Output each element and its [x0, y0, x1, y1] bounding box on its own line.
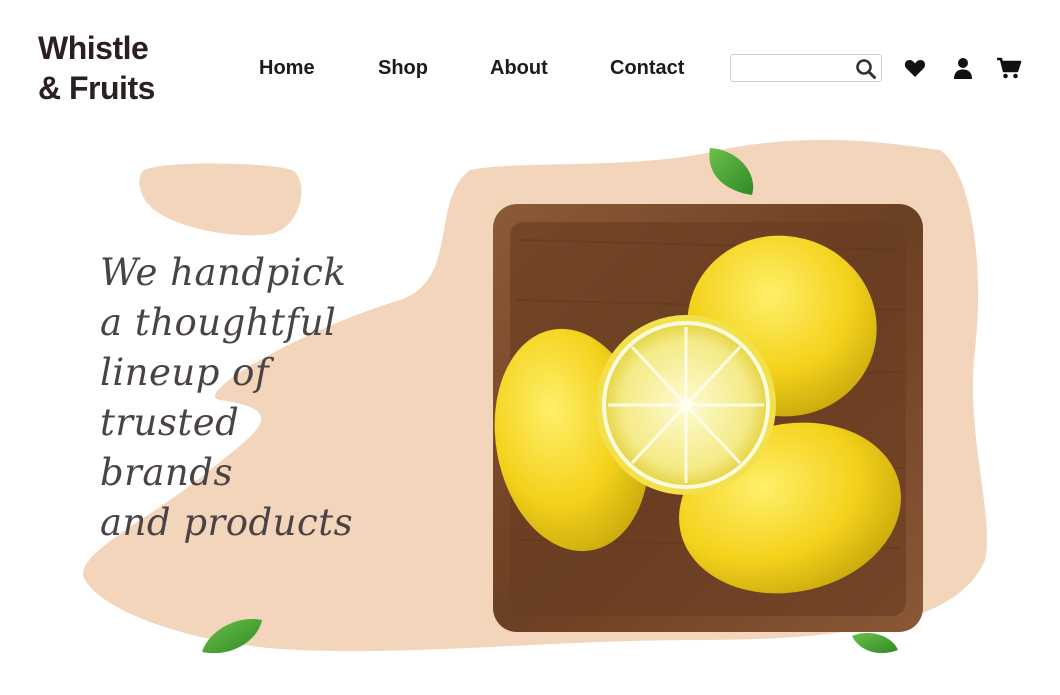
nav-about[interactable]: About [490, 55, 548, 81]
brand-line-2: & Fruits [38, 70, 155, 106]
search-box [730, 54, 882, 82]
nav-contact[interactable]: Contact [610, 55, 684, 81]
hero-line: trusted [100, 401, 240, 444]
hero-line: brands [100, 451, 233, 494]
background-blob-small [139, 163, 302, 236]
hero-line: a thoughtful [100, 301, 337, 344]
nav-home[interactable]: Home [259, 55, 315, 81]
lemon-slice [596, 315, 776, 495]
search-icon[interactable] [855, 58, 877, 80]
cart-icon[interactable] [996, 56, 1022, 82]
brand-line-1: Whistle [38, 30, 149, 66]
hero-line: lineup of [100, 351, 270, 394]
hero-headline: We handpick a thoughtful lineup of trust… [100, 248, 400, 548]
user-icon[interactable] [951, 56, 977, 82]
leaf-bottom-right [852, 632, 898, 654]
heart-icon[interactable] [903, 56, 929, 82]
brand-logo[interactable]: Whistle & Fruits [38, 28, 155, 108]
search-input[interactable] [735, 57, 853, 79]
hero-line: and products [100, 501, 354, 544]
hero-line: We handpick [100, 251, 347, 294]
nav-shop[interactable]: Shop [378, 55, 428, 81]
